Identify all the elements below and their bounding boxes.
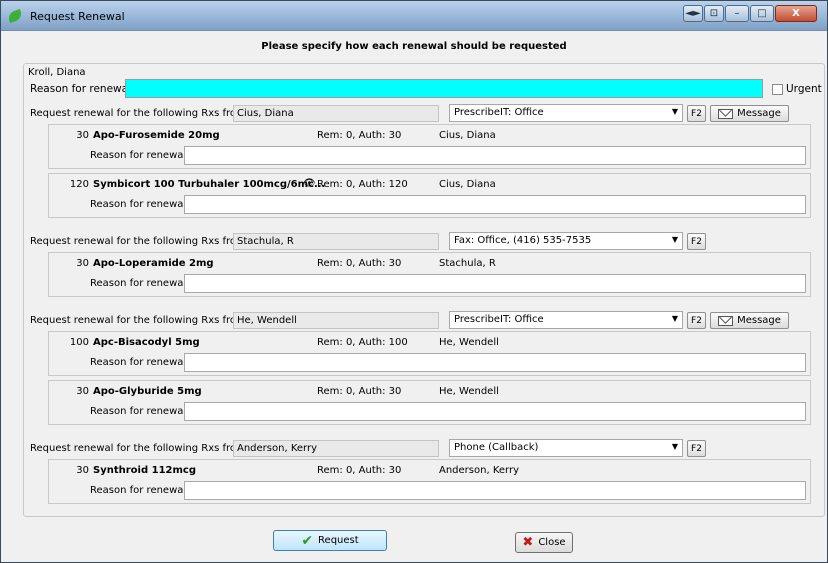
prescriber-field[interactable]: Anderson, Kerry bbox=[233, 440, 439, 457]
title-bar[interactable]: Request Renewal ◄► ⊡ – □ X bbox=[1, 1, 827, 31]
rx-prescriber: He, Wendell bbox=[439, 337, 499, 348]
request-method-value: PrescribeIT: Office bbox=[454, 314, 544, 325]
group-label: Request renewal for the following Rxs fr… bbox=[30, 443, 246, 454]
request-method-select[interactable]: Fax: Office, (416) 535-7535 ▼ bbox=[449, 232, 683, 250]
rx-quantity: 100 bbox=[69, 337, 89, 348]
request-button-label: Request bbox=[318, 535, 359, 546]
rx-prescriber: Anderson, Kerry bbox=[439, 465, 519, 476]
rx-drug-name: Apo-Loperamide 2mg bbox=[93, 258, 214, 269]
close-button[interactable]: ✖ Close bbox=[515, 532, 573, 553]
rx-reason-label: Reason for renewal bbox=[90, 406, 187, 417]
f2-button[interactable]: F2 bbox=[687, 233, 706, 250]
request-method-value: Phone (Callback) bbox=[454, 442, 539, 453]
main-reason-label: Reason for renewal bbox=[30, 83, 131, 95]
rx-rem-auth: Rem: 0, Auth: 120 bbox=[317, 179, 408, 190]
request-method-select[interactable]: PrescribeIT: Office ▼ bbox=[449, 104, 683, 122]
app-leaf-icon bbox=[6, 8, 24, 24]
minimize-button[interactable]: – bbox=[725, 5, 749, 22]
close-window-button[interactable]: X bbox=[775, 5, 817, 22]
dialog-heading: Please specify how each renewal should b… bbox=[261, 41, 567, 52]
urgent-checkbox[interactable] bbox=[772, 84, 783, 95]
rx-drug-name: Synthroid 112mcg bbox=[93, 465, 196, 476]
chevron-down-icon: ▼ bbox=[671, 442, 678, 451]
chevron-down-icon: ▼ bbox=[671, 235, 678, 244]
rx-rem-auth: Rem: 0, Auth: 30 bbox=[317, 465, 402, 476]
rx-quantity: 30 bbox=[76, 130, 89, 141]
maximize-button[interactable]: □ bbox=[750, 5, 774, 22]
checkmark-icon: ✔ bbox=[301, 532, 314, 549]
request-renewal-window: Request Renewal ◄► ⊡ – □ X Please specif… bbox=[0, 0, 828, 563]
message-button-label: Message bbox=[737, 108, 781, 119]
chevron-down-icon: ▼ bbox=[671, 314, 678, 323]
rx-reason-label: Reason for renewal bbox=[90, 199, 187, 210]
request-method-value: Fax: Office, (416) 535-7535 bbox=[454, 235, 592, 246]
envelope-icon bbox=[718, 315, 734, 326]
rx-quantity: 30 bbox=[76, 386, 89, 397]
rx-reason-input[interactable] bbox=[184, 146, 806, 165]
rx-rem-auth: Rem: 0, Auth: 100 bbox=[317, 337, 408, 348]
nav-arrows-icon[interactable]: ◄► bbox=[683, 5, 703, 22]
close-x-icon: ✖ bbox=[522, 535, 534, 550]
prescriber-field[interactable]: Stachula, R bbox=[233, 233, 439, 250]
rx-drug-name: Apo-Glyburide 5mg bbox=[93, 386, 202, 397]
group-label: Request renewal for the following Rxs fr… bbox=[30, 315, 246, 326]
chevron-down-icon: ▼ bbox=[671, 107, 678, 116]
restore-window-icon[interactable]: ⊡ bbox=[704, 5, 724, 22]
request-method-select[interactable]: Phone (Callback) ▼ bbox=[449, 439, 683, 457]
message-button[interactable]: Message bbox=[710, 312, 789, 329]
request-method-value: PrescribeIT: Office bbox=[454, 107, 544, 118]
eye-icon[interactable]: 👁 bbox=[303, 178, 316, 189]
rx-rem-auth: Rem: 0, Auth: 30 bbox=[317, 258, 402, 269]
rx-reason-input[interactable] bbox=[184, 402, 806, 421]
rx-rem-auth: Rem: 0, Auth: 30 bbox=[317, 386, 402, 397]
patient-name: Kroll, Diana bbox=[28, 67, 86, 78]
prescriber-field[interactable]: Cius, Diana bbox=[233, 105, 439, 122]
rx-prescriber: He, Wendell bbox=[439, 386, 499, 397]
rx-reason-input[interactable] bbox=[184, 274, 806, 293]
rx-prescriber: Cius, Diana bbox=[439, 179, 496, 190]
rx-reason-label: Reason for renewal bbox=[90, 278, 187, 289]
rx-reason-input[interactable] bbox=[184, 195, 806, 214]
request-method-select[interactable]: PrescribeIT: Office ▼ bbox=[449, 311, 683, 329]
rx-rem-auth: Rem: 0, Auth: 30 bbox=[317, 130, 402, 141]
rx-quantity: 30 bbox=[76, 258, 89, 269]
request-button[interactable]: ✔ Request bbox=[273, 530, 387, 551]
rx-drug-name: Apc-Bisacodyl 5mg bbox=[93, 337, 200, 348]
rx-drug-name: Apo-Furosemide 20mg bbox=[93, 130, 220, 141]
group-label: Request renewal for the following Rxs fr… bbox=[30, 108, 246, 119]
rx-reason-label: Reason for renewal bbox=[90, 485, 187, 496]
window-title: Request Renewal bbox=[30, 10, 125, 23]
rx-reason-input[interactable] bbox=[184, 353, 806, 372]
f2-button[interactable]: F2 bbox=[687, 312, 706, 329]
rx-reason-input[interactable] bbox=[184, 481, 806, 500]
rx-prescriber: Stachula, R bbox=[439, 258, 496, 269]
message-button[interactable]: Message bbox=[710, 105, 789, 122]
rx-reason-label: Reason for renewal bbox=[90, 357, 187, 368]
f2-button[interactable]: F2 bbox=[687, 105, 706, 122]
rx-reason-label: Reason for renewal bbox=[90, 150, 187, 161]
rx-quantity: 30 bbox=[76, 465, 89, 476]
rx-drug-name: Symbicort 100 Turbuhaler 100mcg/6mc... bbox=[93, 179, 326, 190]
urgent-label: Urgent bbox=[786, 83, 822, 95]
group-label: Request renewal for the following Rxs fr… bbox=[30, 236, 246, 247]
envelope-icon bbox=[718, 108, 734, 119]
rx-prescriber: Cius, Diana bbox=[439, 130, 496, 141]
rx-quantity: 120 bbox=[69, 179, 89, 190]
message-button-label: Message bbox=[737, 315, 781, 326]
prescriber-field[interactable]: He, Wendell bbox=[233, 312, 439, 329]
close-button-label: Close bbox=[538, 537, 566, 548]
f2-button[interactable]: F2 bbox=[687, 440, 706, 457]
main-reason-input[interactable] bbox=[125, 79, 763, 98]
